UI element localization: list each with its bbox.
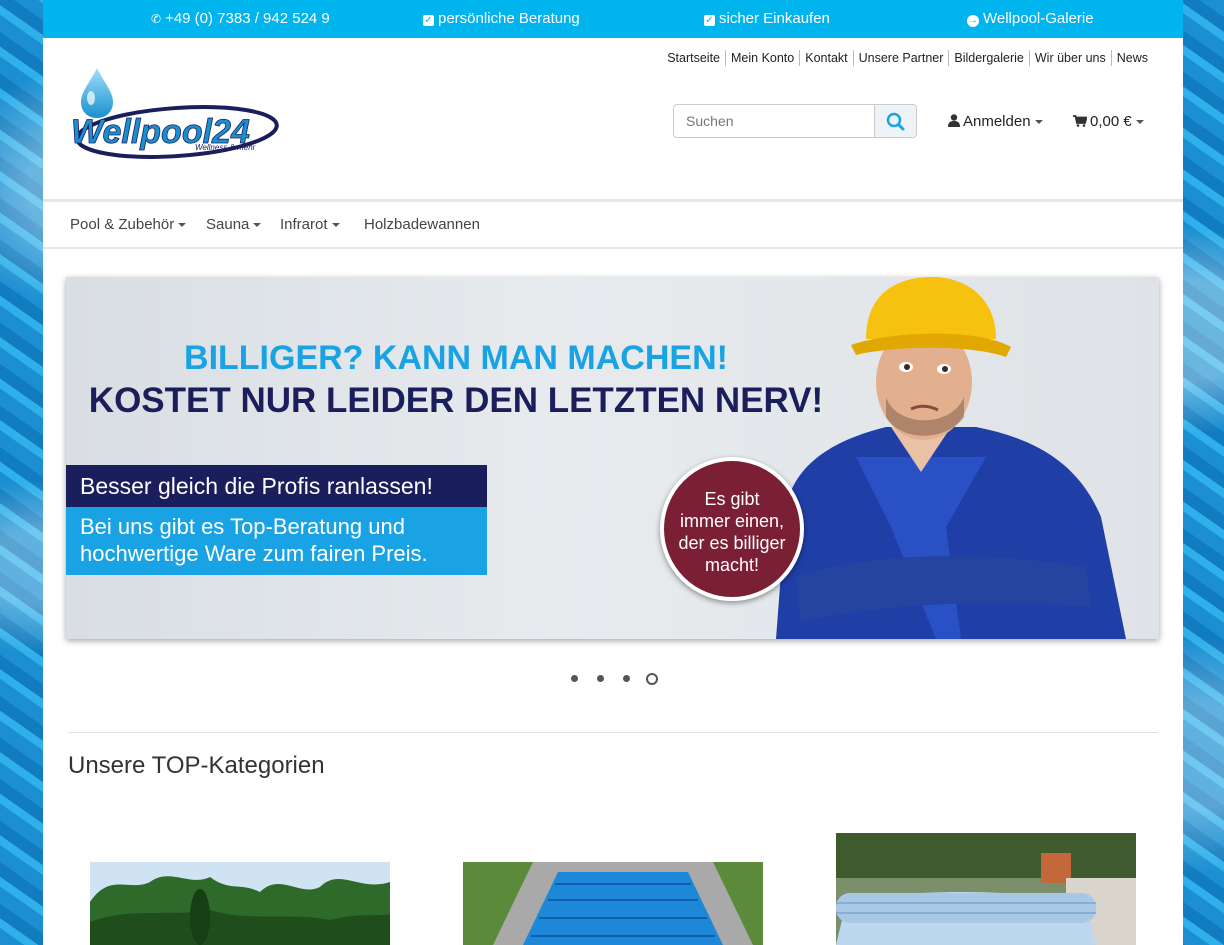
login-dropdown[interactable]: Anmelden	[948, 113, 1043, 130]
category-image-1[interactable]	[90, 862, 390, 945]
search-box	[673, 104, 917, 138]
banner-box-light-line-1: Bei uns gibt es Top-Beratung und	[80, 514, 405, 539]
banner-badge-line: der es billiger	[678, 533, 786, 553]
page-container: ✆ +49 (0) 7383 / 942 524 9 ✓ persönliche B…	[43, 0, 1183, 945]
banner-badge: Es gibt immer einen, der es billiger mac…	[660, 457, 804, 601]
caret-down-icon	[253, 223, 262, 228]
section-title: Unsere TOP-Kategorien	[68, 752, 325, 779]
top-link-mein-konto[interactable]: Mein Konto	[725, 50, 799, 66]
banner-box-dark: Besser gleich die Profis ranlassen!	[66, 465, 487, 507]
phone-info[interactable]: ✆ +49 (0) 7383 / 942 524 9	[151, 0, 330, 38]
check-square-icon: ✓	[423, 15, 434, 26]
top-links: Startseite Mein Konto Kontakt Unsere Partne…	[662, 50, 1153, 66]
search-button[interactable]	[874, 105, 916, 137]
carousel-indicators	[43, 673, 1183, 685]
carousel-dot[interactable]	[597, 675, 604, 682]
nav-item-label: Holzbadewannen	[364, 216, 480, 233]
search-input[interactable]	[674, 105, 876, 137]
main-nav: Pool & Zubehör Sauna Infrarot Holzbadewa…	[43, 199, 1183, 249]
top-link-bildergalerie[interactable]: Bildergalerie	[948, 50, 1028, 66]
phone-icon: ✆	[151, 12, 162, 26]
caret-down-icon	[178, 223, 187, 228]
top-link-unsere-partner[interactable]: Unsere Partner	[852, 50, 949, 66]
carousel-dot[interactable]	[571, 675, 578, 682]
caret-down-icon	[1034, 120, 1043, 125]
consulting-info: ✓ persönliche Beratung	[423, 0, 580, 38]
user-icon	[948, 114, 960, 127]
svg-text:Wellness & mehr: Wellness & mehr	[195, 143, 256, 152]
search-icon	[886, 112, 905, 131]
secure-info: ✓ sicher Einkaufen	[704, 0, 830, 38]
cart-total: 0,00 €	[1090, 113, 1132, 130]
cart-icon	[1073, 115, 1088, 127]
top-link-news[interactable]: News	[1110, 50, 1153, 66]
banner-badge-line: macht!	[704, 555, 760, 575]
banner-box-light: Bei uns gibt es Top-Beratung und hochwer…	[66, 507, 487, 575]
login-label: Anmelden	[963, 113, 1031, 130]
pool-cover-photo	[463, 862, 763, 945]
consulting-text: persönliche Beratung	[438, 10, 580, 27]
category-image-3[interactable]	[836, 833, 1136, 945]
carousel-dot[interactable]	[623, 675, 630, 682]
secure-text: sicher Einkaufen	[719, 10, 830, 27]
cart-dropdown[interactable]: 0,00 €	[1073, 113, 1144, 130]
category-image-2[interactable]	[463, 862, 763, 945]
nav-item-infrarot[interactable]: Infrarot	[280, 202, 340, 248]
nav-item-sauna[interactable]: Sauna	[206, 202, 262, 248]
nav-item-pool-zubehoer[interactable]: Pool & Zubehör	[70, 202, 187, 248]
banner-box-light-line-2: hochwertige Ware zum fairen Preis.	[80, 541, 428, 566]
check-square-icon: ✓	[704, 15, 715, 26]
hero-banner[interactable]: BILLIGER? KANN MAN MACHEN! KOSTET NUR LE…	[66, 277, 1159, 639]
roll-cover-photo	[836, 833, 1136, 945]
nav-item-label: Sauna	[206, 216, 250, 233]
caret-down-icon	[331, 223, 340, 228]
top-link-kontakt[interactable]: Kontakt	[799, 50, 852, 66]
gallery-link[interactable]: → Wellpool-Galerie	[967, 0, 1094, 38]
banner-badge-line: immer einen,	[679, 511, 785, 531]
nav-item-holzbadewannen[interactable]: Holzbadewannen	[364, 202, 480, 248]
nav-item-label: Pool & Zubehör	[70, 216, 175, 233]
carousel-dot-active[interactable]	[646, 673, 658, 685]
garden-pool-photo	[90, 862, 390, 945]
top-link-wir-ueber-uns[interactable]: Wir über uns	[1028, 50, 1111, 66]
nav-item-label: Infrarot	[280, 216, 328, 233]
caret-down-icon	[1135, 120, 1144, 125]
arrow-circle-right-icon: →	[967, 15, 979, 27]
banner-badge-line: Es gibt	[704, 489, 760, 509]
logo-graphic: Wellpool24 Wellness & mehr	[71, 68, 279, 159]
phone-text: +49 (0) 7383 / 942 524 9	[165, 10, 330, 27]
divider	[68, 732, 1158, 733]
top-info-bar: ✆ +49 (0) 7383 / 942 524 9 ✓ persönliche B…	[43, 0, 1183, 38]
gallery-text: Wellpool-Galerie	[983, 10, 1094, 27]
top-link-startseite[interactable]: Startseite	[662, 50, 725, 66]
logo[interactable]: Wellpool24 Wellness & mehr	[67, 66, 297, 166]
